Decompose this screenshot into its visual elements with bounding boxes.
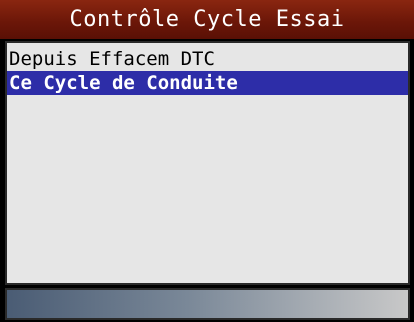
status-bar <box>5 288 410 320</box>
scan-tool-screen: Contrôle Cycle Essai Depuis Effacem DTC … <box>0 0 414 322</box>
menu-item-since-dtc-clear[interactable]: Depuis Effacem DTC <box>7 47 408 71</box>
menu-list: Depuis Effacem DTC Ce Cycle de Conduite <box>5 41 410 285</box>
menu-item-this-drive-cycle[interactable]: Ce Cycle de Conduite <box>7 71 408 95</box>
screen-title: Contrôle Cycle Essai <box>0 0 414 39</box>
